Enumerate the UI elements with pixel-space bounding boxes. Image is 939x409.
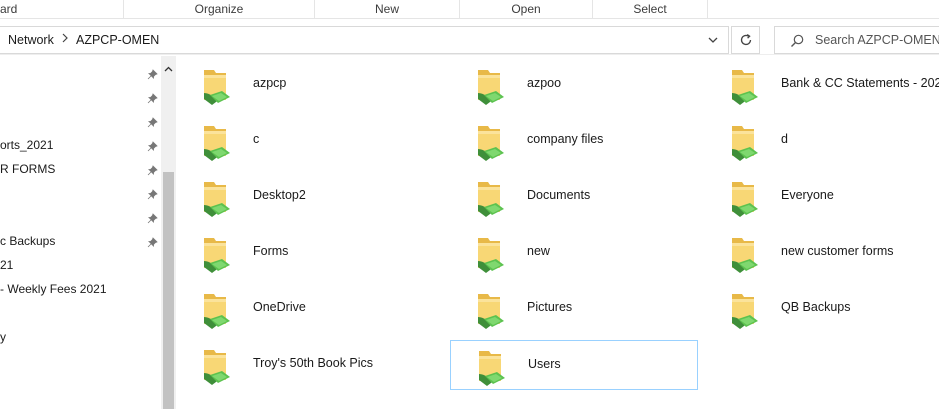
pin-icon[interactable] bbox=[147, 189, 158, 200]
search-input[interactable]: Search AZPCP-OMEN bbox=[815, 33, 939, 47]
nav-item[interactable]: orts_2021 bbox=[0, 134, 53, 156]
folder-label: Forms bbox=[253, 244, 289, 258]
nav-item[interactable]: - Weekly Fees 2021 bbox=[0, 278, 107, 300]
folder-label: QB Backups bbox=[781, 300, 851, 314]
address-row: Network AZPCP-OMEN Search AZPCP-OMEN bbox=[0, 19, 939, 55]
folder-label: Desktop2 bbox=[253, 188, 306, 202]
scrollbar-thumb[interactable] bbox=[163, 172, 174, 409]
ribbon-group-organize: Organize bbox=[124, 0, 315, 19]
pin-icon[interactable] bbox=[147, 141, 158, 152]
folder-label: OneDrive bbox=[253, 300, 306, 314]
folder-item[interactable]: d bbox=[704, 116, 939, 166]
shared-folder-icon bbox=[728, 66, 764, 106]
folder-item[interactable]: Pictures bbox=[450, 284, 698, 334]
shared-folder-icon bbox=[475, 347, 511, 387]
shared-folder-icon bbox=[474, 234, 510, 274]
folder-label: Documents bbox=[527, 188, 591, 202]
folder-item[interactable]: Documents bbox=[450, 172, 698, 222]
folder-item[interactable]: Bank & CC Statements - 2021 bbox=[704, 60, 939, 110]
folder-label: Bank & CC Statements - 2021 bbox=[781, 76, 939, 90]
refresh-button[interactable] bbox=[731, 26, 760, 54]
folder-label: c bbox=[253, 132, 260, 146]
pin-icon[interactable] bbox=[147, 213, 158, 224]
folder-item[interactable]: company files bbox=[450, 116, 698, 166]
folder-item[interactable]: new bbox=[450, 228, 698, 278]
shared-folder-icon bbox=[200, 290, 236, 330]
ribbon-group-new: New bbox=[315, 0, 460, 19]
search-box[interactable]: Search AZPCP-OMEN bbox=[774, 26, 939, 54]
folder-item[interactable]: c bbox=[176, 116, 424, 166]
pin-icon[interactable] bbox=[147, 93, 158, 104]
shared-folder-icon bbox=[200, 234, 236, 274]
breadcrumb-azpcp-omen[interactable]: AZPCP-OMEN bbox=[76, 33, 159, 47]
nav-scrollbar[interactable] bbox=[161, 56, 176, 409]
shared-folder-icon bbox=[200, 122, 236, 162]
nav-item[interactable]: 21 bbox=[0, 254, 13, 276]
folder-item[interactable]: azpoo bbox=[450, 60, 698, 110]
chevron-up-icon[interactable] bbox=[161, 62, 176, 76]
nav-item[interactable]: R FORMS bbox=[0, 158, 55, 180]
folder-label: Troy's 50th Book Pics bbox=[253, 356, 374, 370]
nav-item[interactable]: y bbox=[0, 326, 6, 348]
folder-item[interactable]: QB Backups bbox=[704, 284, 939, 334]
folder-label: azpoo bbox=[527, 76, 562, 90]
folder-label: Pictures bbox=[527, 300, 573, 314]
pin-icon[interactable] bbox=[147, 237, 158, 248]
ribbon-group-clipboard: ard bbox=[0, 0, 124, 19]
ribbon-group-labels: ard Organize New Open Select bbox=[0, 0, 939, 19]
navigation-pane: orts_2021 R FORMS c Backups 21 - Weekly … bbox=[0, 56, 176, 409]
folder-item[interactable]: Troy's 50th Book Pics bbox=[176, 340, 424, 390]
chevron-down-icon[interactable] bbox=[702, 31, 724, 49]
folder-label: azpcp bbox=[253, 76, 287, 90]
shared-folder-icon bbox=[474, 290, 510, 330]
ribbon-group-open: Open bbox=[460, 0, 593, 19]
breadcrumb-network[interactable]: Network bbox=[8, 33, 54, 47]
folder-item[interactable]: azpcp bbox=[176, 60, 424, 110]
folder-label: d bbox=[781, 132, 788, 146]
shared-folder-icon bbox=[728, 178, 764, 218]
chevron-right-icon[interactable] bbox=[61, 32, 69, 47]
address-bar[interactable]: Network AZPCP-OMEN bbox=[0, 26, 729, 54]
nav-item[interactable]: c Backups bbox=[0, 230, 55, 252]
folder-item[interactable]: OneDrive bbox=[176, 284, 424, 334]
shared-folder-icon bbox=[474, 66, 510, 106]
pin-icon[interactable] bbox=[147, 69, 158, 80]
refresh-icon bbox=[740, 34, 751, 46]
shared-folder-icon bbox=[474, 178, 510, 218]
search-icon bbox=[789, 33, 805, 52]
pin-icon[interactable] bbox=[147, 117, 158, 128]
folder-item[interactable]: Forms bbox=[176, 228, 424, 278]
ribbon-group-select: Select bbox=[593, 0, 708, 19]
folder-label: company files bbox=[527, 132, 604, 146]
folder-view: azpcp azpoo Bank & CC Statements - 2021 c co… bbox=[176, 56, 939, 409]
folder-item[interactable]: Desktop2 bbox=[176, 172, 424, 222]
folder-label: Users bbox=[528, 357, 561, 371]
folder-label: Everyone bbox=[781, 188, 834, 202]
shared-folder-icon bbox=[200, 66, 236, 106]
folder-label: new bbox=[527, 244, 550, 258]
shared-folder-icon bbox=[200, 346, 236, 386]
folder-item[interactable]: Users bbox=[450, 340, 698, 390]
shared-folder-icon bbox=[728, 122, 764, 162]
shared-folder-icon bbox=[728, 234, 764, 274]
folder-item[interactable]: Everyone bbox=[704, 172, 939, 222]
shared-folder-icon bbox=[474, 122, 510, 162]
shared-folder-icon bbox=[200, 178, 236, 218]
pin-icon[interactable] bbox=[147, 165, 158, 176]
folder-label: new customer forms bbox=[781, 244, 894, 258]
shared-folder-icon bbox=[728, 290, 764, 330]
folder-item[interactable]: new customer forms bbox=[704, 228, 939, 278]
